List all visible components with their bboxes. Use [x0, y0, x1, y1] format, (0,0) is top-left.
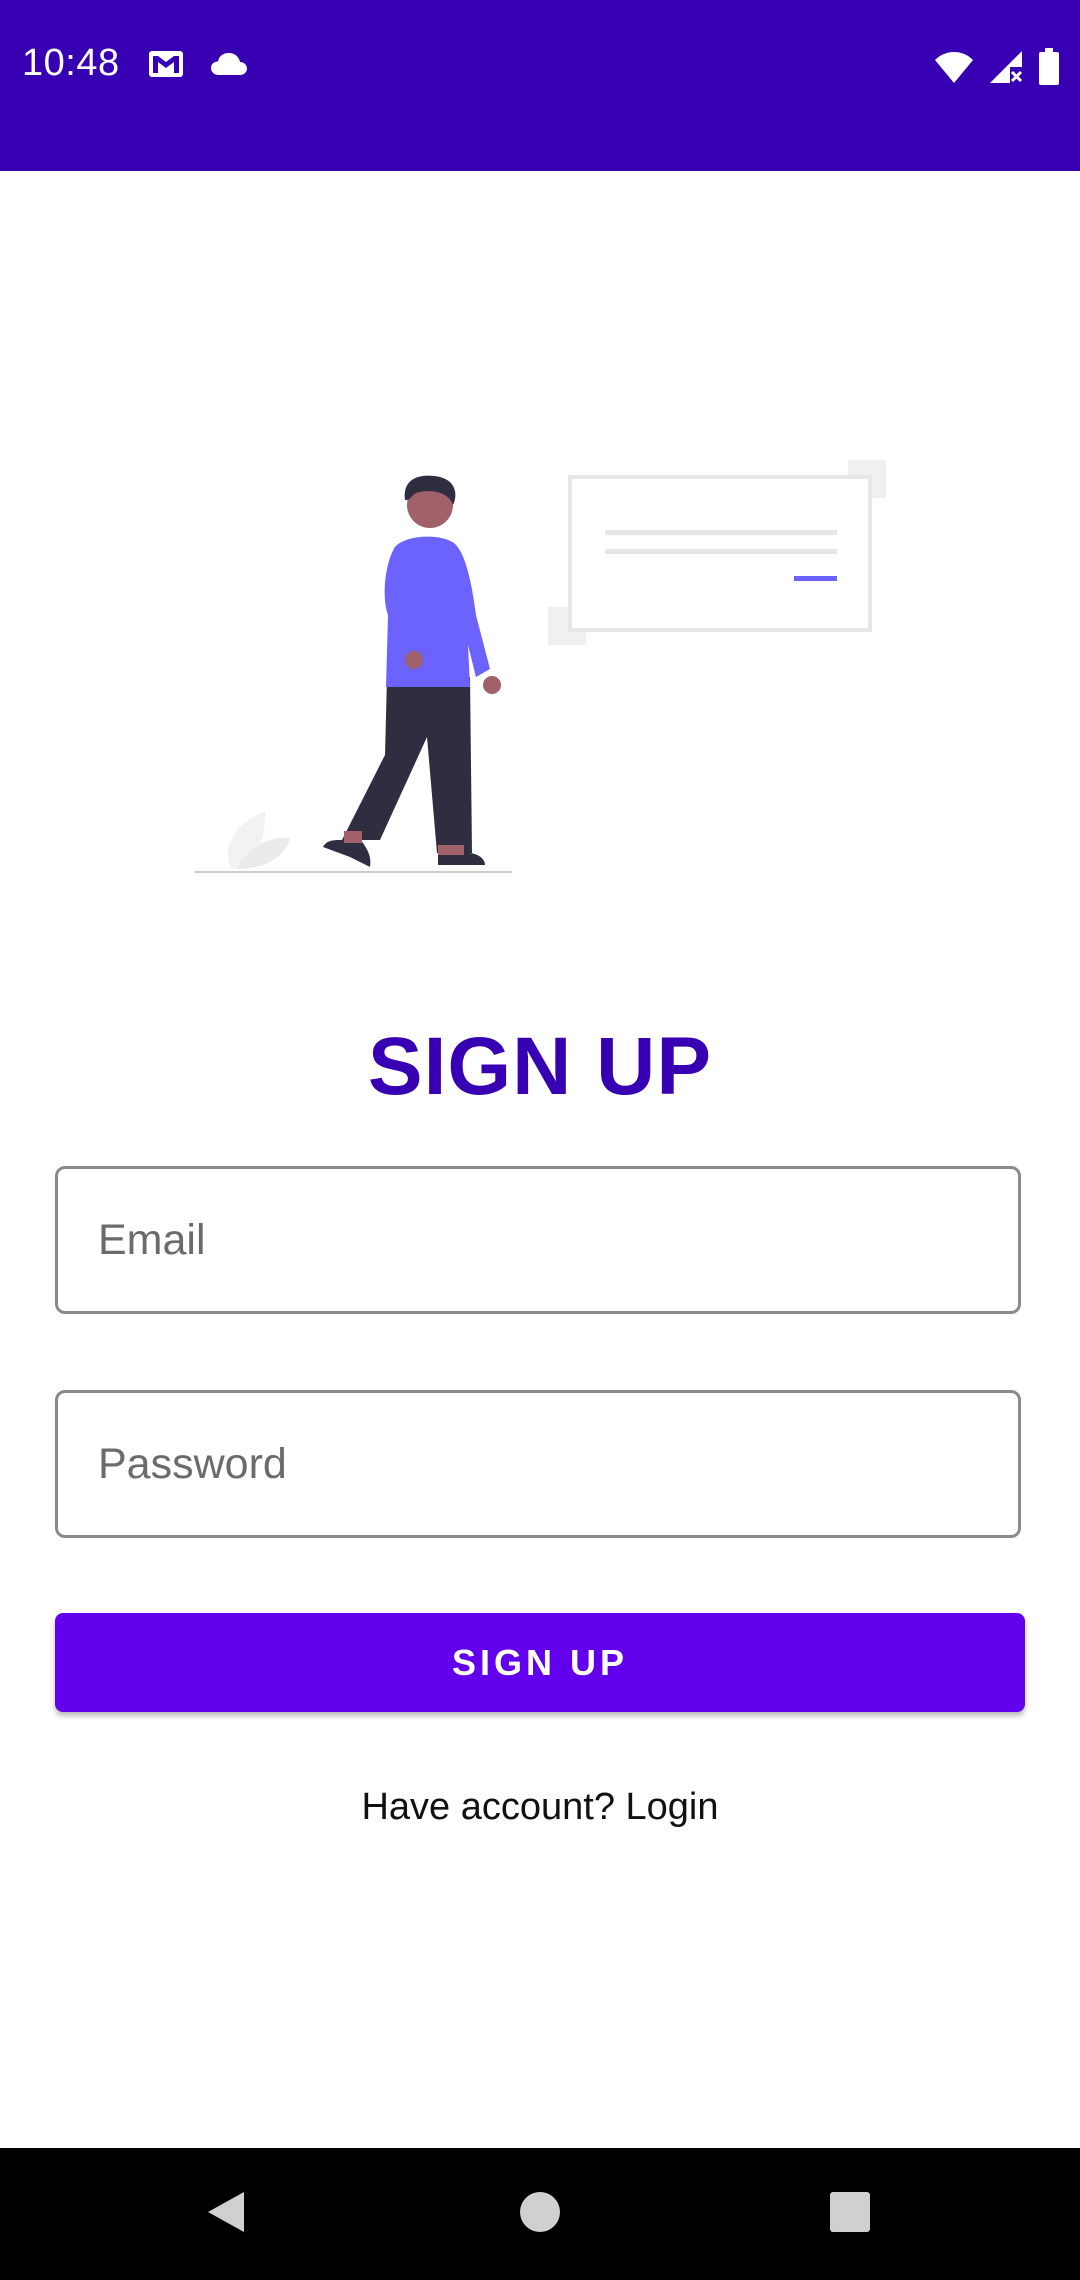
login-prompt-row: Have account? Login: [0, 1786, 1080, 1829]
status-notification-icons: [148, 50, 248, 83]
status-system-icons: [934, 48, 1060, 91]
battery-icon: [1038, 48, 1060, 91]
nav-recents-button[interactable]: [770, 2148, 930, 2280]
signup-illustration: [190, 455, 890, 875]
status-bar: 10:48: [0, 0, 1080, 171]
signup-button[interactable]: SIGN UP: [55, 1613, 1025, 1712]
email-field-container[interactable]: [55, 1166, 1021, 1314]
wifi-icon: [934, 50, 974, 89]
password-field-container[interactable]: [55, 1390, 1021, 1538]
home-icon: [519, 2191, 561, 2238]
nav-back-button[interactable]: [146, 2148, 306, 2280]
password-field[interactable]: [98, 1393, 978, 1535]
login-prompt-text: Have account?: [361, 1786, 615, 1828]
cell-signal-icon: [988, 49, 1024, 90]
system-nav-bar: [0, 2148, 1080, 2280]
recents-icon: [829, 2191, 871, 2238]
status-time: 10:48: [22, 42, 120, 84]
cloud-icon: [210, 52, 248, 81]
login-link[interactable]: Login: [626, 1786, 719, 1828]
nav-home-button[interactable]: [460, 2148, 620, 2280]
page-title: SIGN UP: [367, 1021, 713, 1112]
email-field[interactable]: [98, 1169, 978, 1311]
gmail-icon: [148, 50, 184, 83]
back-icon: [204, 2188, 248, 2241]
